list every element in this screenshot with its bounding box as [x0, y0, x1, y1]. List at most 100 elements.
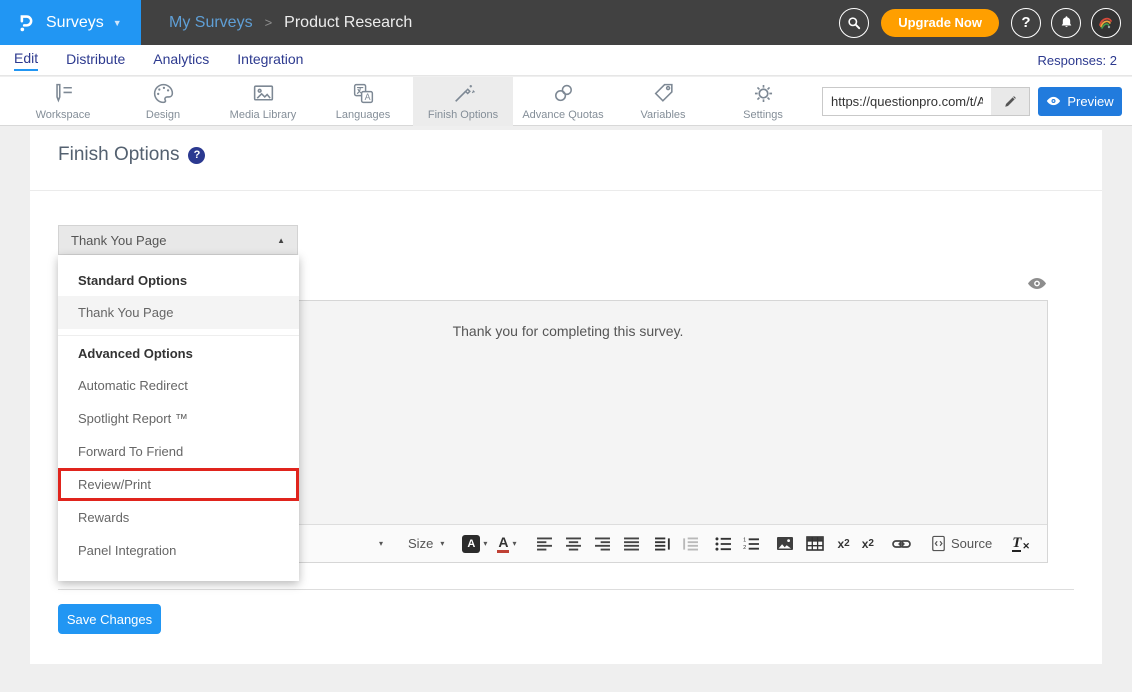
remove-format-icon: T: [1012, 536, 1021, 552]
finish-option-dropdown: Standard Options Thank You Page Advanced…: [58, 255, 299, 581]
dropdown-item-rewards[interactable]: Rewards: [58, 501, 299, 534]
finish-options-panel: Finish Options ? Thank you for completin…: [30, 130, 1102, 664]
svg-text:2: 2: [744, 545, 747, 551]
search-icon: [846, 15, 862, 31]
topbar: Surveys ▼ My Surveys > Product Research …: [0, 0, 1132, 45]
dropdown-item-automatic-redirect[interactable]: Automatic Redirect: [58, 369, 299, 402]
source-icon: [931, 535, 946, 552]
ribbon-item-design[interactable]: Design: [113, 77, 213, 126]
insert-link-button[interactable]: [892, 538, 911, 550]
upgrade-now-button[interactable]: Upgrade Now: [881, 9, 999, 37]
align-center-button[interactable]: [565, 537, 582, 551]
bell-icon: [1058, 14, 1075, 31]
translate-icon: A: [351, 81, 376, 106]
ribbon-item-languages[interactable]: A Languages: [313, 77, 413, 126]
numbered-list-icon: 12: [743, 537, 760, 551]
outdent-icon: [682, 537, 699, 551]
chevron-down-icon: ▼: [113, 18, 122, 28]
dropdown-group-advanced: Advanced Options Automatic Redirect Spot…: [58, 335, 299, 567]
notifications-button[interactable]: [1051, 8, 1081, 38]
dropdown-item-thank-you-page[interactable]: Thank You Page: [58, 296, 299, 329]
workspace-icon: [51, 81, 76, 106]
text-color-icon: A: [497, 535, 509, 553]
selected-option-label: Thank You Page: [71, 233, 166, 248]
survey-nav-tabs: Edit Distribute Analytics Integration Re…: [0, 45, 1132, 76]
save-changes-button[interactable]: Save Changes: [58, 604, 161, 634]
superscript-button[interactable]: x2: [862, 537, 874, 551]
linked-rings-icon: [551, 81, 576, 106]
source-button[interactable]: Source: [931, 535, 992, 552]
image-frame-icon: [251, 81, 276, 106]
avatar[interactable]: [1091, 8, 1121, 38]
font-dropdown[interactable]: ▾: [376, 539, 383, 548]
ribbon-item-advance-quotas[interactable]: Advance Quotas: [513, 77, 613, 126]
divider: [30, 190, 1102, 191]
numbered-list-button[interactable]: 12: [743, 537, 760, 551]
size-dropdown[interactable]: Size▾: [392, 536, 444, 551]
insert-table-icon: [806, 536, 824, 551]
questionpro-logo-icon: [15, 12, 37, 34]
tag-icon: [651, 81, 676, 106]
breadcrumb-my-surveys[interactable]: My Surveys: [169, 14, 253, 32]
ribbon-item-variables[interactable]: Variables: [613, 77, 713, 126]
svg-text:A: A: [364, 92, 370, 102]
link-icon: [892, 538, 911, 550]
product-switcher[interactable]: Surveys ▼: [0, 0, 141, 45]
dropdown-item-review-print[interactable]: Review/Print: [58, 468, 299, 501]
responses-count[interactable]: Responses: 2: [1038, 53, 1118, 68]
dropdown-item-forward-to-friend[interactable]: Forward To Friend: [58, 435, 299, 468]
justify-button[interactable]: [623, 537, 640, 551]
outdent-button[interactable]: [682, 537, 699, 551]
pencil-icon: [1003, 94, 1018, 109]
ribbon-item-finish-options[interactable]: Finish Options: [413, 77, 513, 126]
gear-icon: [751, 81, 776, 106]
tab-distribute[interactable]: Distribute: [66, 51, 125, 70]
subscript-button[interactable]: x2: [837, 537, 849, 551]
palette-icon: [151, 81, 176, 106]
ribbon-item-media-library[interactable]: Media Library: [213, 77, 313, 126]
finish-option-select[interactable]: Thank You Page ▲: [58, 225, 298, 255]
preview-button[interactable]: Preview: [1038, 87, 1122, 116]
divider: [58, 589, 1074, 590]
app-name: Surveys: [46, 14, 104, 32]
page-title: Finish Options: [58, 144, 179, 166]
topbar-actions: Upgrade Now ?: [839, 8, 1132, 38]
breadcrumb: My Surveys > Product Research: [169, 14, 412, 32]
edit-url-button[interactable]: [991, 88, 1029, 115]
eye-icon: [1046, 96, 1061, 106]
text-color-button[interactable]: A▾: [497, 535, 516, 553]
edit-ribbon: Workspace Design Media Library A Languag…: [0, 77, 1132, 126]
align-left-button[interactable]: [536, 537, 553, 551]
content-visibility-eye-icon[interactable]: [1027, 277, 1047, 295]
survey-url-input[interactable]: [823, 88, 991, 115]
indent-button[interactable]: [654, 537, 671, 551]
insert-image-button[interactable]: [776, 536, 794, 551]
ribbon-item-workspace[interactable]: Workspace: [13, 77, 113, 126]
search-button[interactable]: [839, 8, 869, 38]
justify-icon: [623, 537, 640, 551]
insert-table-button[interactable]: [806, 536, 824, 551]
dropdown-item-panel-integration[interactable]: Panel Integration: [58, 534, 299, 567]
background-color-button[interactable]: A▾: [462, 535, 487, 553]
svg-text:1: 1: [744, 537, 747, 543]
remove-format-button[interactable]: T✕: [1012, 535, 1030, 552]
magic-wand-icon: [451, 81, 476, 106]
tab-edit[interactable]: Edit: [14, 50, 38, 71]
bullet-list-button[interactable]: [715, 537, 732, 551]
indent-icon: [654, 537, 671, 551]
align-right-icon: [594, 537, 611, 551]
align-center-icon: [565, 537, 582, 551]
tab-analytics[interactable]: Analytics: [153, 51, 209, 70]
triangle-up-icon: ▲: [277, 236, 285, 245]
tab-integration[interactable]: Integration: [237, 51, 303, 70]
breadcrumb-separator: >: [265, 15, 273, 30]
dropdown-item-spotlight-report[interactable]: Spotlight Report ™: [58, 402, 299, 435]
help-tooltip-icon[interactable]: ?: [188, 147, 205, 164]
ribbon-item-settings[interactable]: Settings: [713, 77, 813, 126]
align-right-button[interactable]: [594, 537, 611, 551]
question-mark-icon: ?: [1021, 14, 1030, 31]
survey-url-field-wrap: [822, 87, 1030, 116]
breadcrumb-current-survey: Product Research: [284, 14, 412, 32]
help-button[interactable]: ?: [1011, 8, 1041, 38]
align-left-icon: [536, 537, 553, 551]
